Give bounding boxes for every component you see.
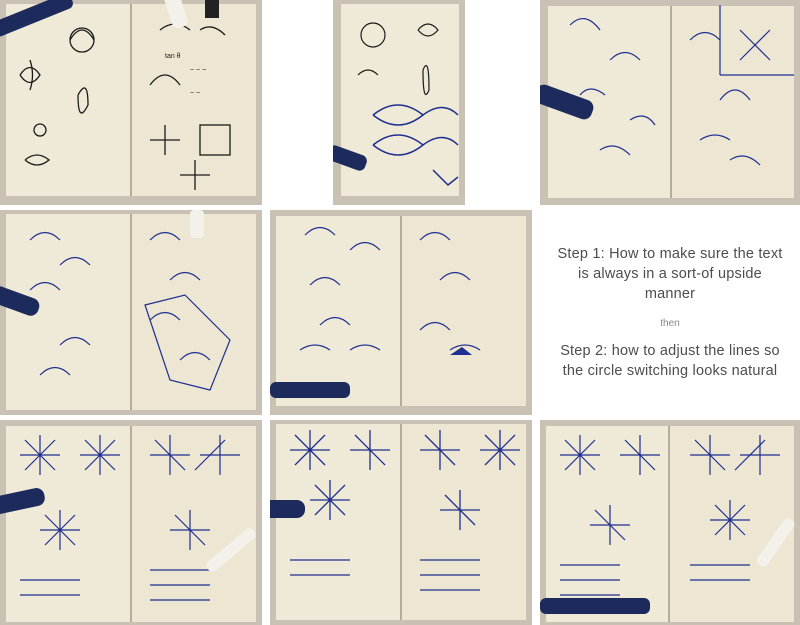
- notebook-sketch-image: [540, 0, 800, 205]
- step-1-caption: Step 1: How to make sure the text is alw…: [557, 246, 783, 302]
- notebook-sketch-image: [0, 210, 262, 415]
- caption-panel: Step 1: How to make sure the text is alw…: [540, 210, 800, 415]
- notebook-photo-5: [270, 210, 532, 415]
- notebook-photo-3: [540, 0, 800, 205]
- notebook-sketch-image: [333, 0, 465, 205]
- notebook-photo-4: [0, 210, 262, 415]
- notebook-photo-6: [0, 420, 262, 625]
- notebook-photo-8: [540, 420, 800, 625]
- notebook-sketch-image: [540, 420, 800, 625]
- notebook-photo-1: tan θ ~ ~ ~ ~ ~: [0, 0, 262, 205]
- notebook-sketch-image: [0, 420, 262, 625]
- connector-text: then: [660, 318, 680, 329]
- notebook-photo-2: [333, 0, 465, 205]
- svg-text:~ ~: ~ ~: [190, 90, 200, 97]
- step-2-caption: Step 2: how to adjust the lines so the c…: [560, 343, 780, 379]
- svg-text:~ ~ ~: ~ ~ ~: [190, 67, 206, 74]
- notebook-sketch-image: [270, 210, 532, 415]
- notebook-sketch-image: tan θ ~ ~ ~ ~ ~: [0, 0, 262, 205]
- notebook-sketch-image: [270, 420, 532, 625]
- svg-text:tan θ: tan θ: [165, 53, 181, 60]
- notebook-photo-7: [270, 420, 532, 625]
